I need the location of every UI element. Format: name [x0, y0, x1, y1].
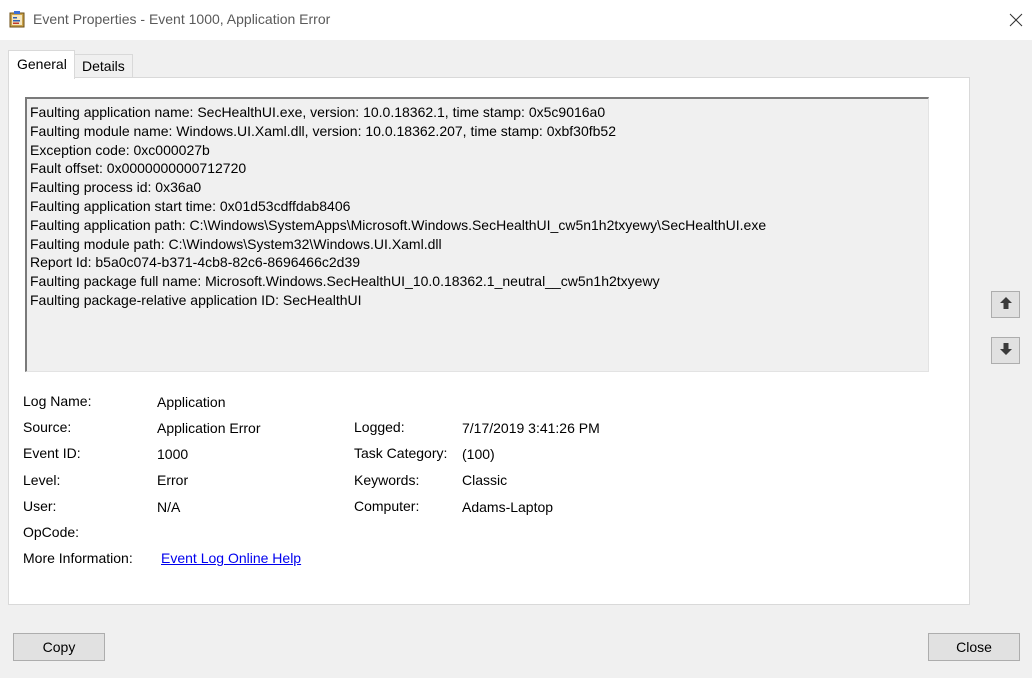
description-line: Faulting package-relative application ID…: [30, 291, 362, 308]
tab-general-label: General: [17, 56, 67, 72]
previous-event-button[interactable]: [991, 291, 1020, 318]
event-description[interactable]: Faulting application name: SecHealthUI.e…: [25, 97, 929, 372]
description-line: Exception code: 0xc000027b: [30, 141, 210, 158]
title-bar: Event Properties - Event 1000, Applicati…: [0, 0, 1032, 40]
description-line: Faulting application start time: 0x01d53…: [30, 197, 351, 214]
description-line: Faulting module name: Windows.UI.Xaml.dl…: [30, 122, 616, 139]
tab-details-label: Details: [82, 58, 125, 74]
log-name-label: Log Name:: [23, 393, 92, 409]
task-category-label: Task Category:: [354, 445, 448, 461]
tab-details[interactable]: Details: [75, 54, 133, 78]
computer-label: Computer:: [354, 498, 420, 514]
description-line: Faulting process id: 0x36a0: [30, 179, 202, 196]
arrow-up-icon: [999, 296, 1013, 313]
close-button[interactable]: Close: [928, 633, 1020, 661]
log-name-value: Application: [157, 394, 226, 410]
description-line: Faulting application path: C:\Windows\Sy…: [30, 216, 767, 233]
event-id-label: Event ID:: [23, 445, 81, 461]
computer-value: Adams-Laptop: [462, 499, 554, 515]
description-line: Faulting module path: C:\Windows\System3…: [30, 235, 442, 252]
close-button-label: Close: [956, 639, 992, 655]
keywords-value: Classic: [462, 472, 508, 488]
logged-value: 7/17/2019 3:41:26 PM: [462, 420, 600, 436]
logged-label: Logged:: [354, 419, 405, 435]
tab-general[interactable]: General: [8, 50, 75, 79]
event-log-online-help-link[interactable]: Event Log Online Help: [161, 550, 301, 566]
more-information-label: More Information:: [23, 550, 133, 566]
description-line: Fault offset: 0x0000000000712720: [30, 160, 247, 177]
next-event-button[interactable]: [991, 337, 1020, 364]
description-line: Faulting application name: SecHealthUI.e…: [30, 104, 606, 120]
level-label: Level:: [23, 472, 61, 488]
window-title: Event Properties - Event 1000, Applicati…: [33, 11, 331, 27]
description-line: Faulting package full name: Microsoft.Wi…: [30, 273, 660, 290]
opcode-label: OpCode:: [23, 524, 80, 540]
source-value: Application Error: [157, 420, 261, 436]
arrow-down-icon: [999, 342, 1013, 359]
user-label: User:: [23, 498, 57, 514]
copy-button[interactable]: Copy: [13, 633, 105, 661]
close-icon[interactable]: [1000, 0, 1032, 40]
event-viewer-icon: [9, 11, 25, 28]
description-line: Report Id: b5a0c074-b371-4cb8-82c6-86964…: [30, 254, 361, 271]
level-value: Error: [157, 472, 189, 488]
user-value: N/A: [157, 499, 181, 515]
copy-button-label: Copy: [42, 639, 76, 655]
keywords-label: Keywords:: [354, 472, 420, 488]
task-category-value: (100): [462, 446, 495, 462]
source-label: Source:: [23, 419, 72, 435]
event-id-value: 1000: [157, 446, 189, 462]
